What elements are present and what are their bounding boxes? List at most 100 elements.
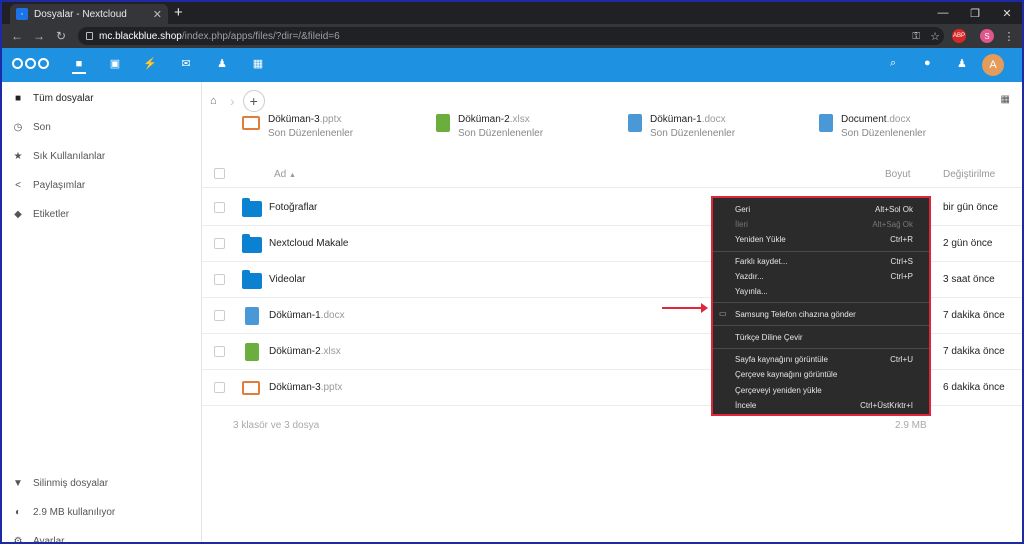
context-menu: Geri Alt+Sol Ok İleri Alt+Sağ Ok Yeniden Y… xyxy=(711,196,931,416)
menu-item-inspect[interactable]: İncele Ctrl+ÜstKrktr+I xyxy=(735,399,913,411)
contacts-menu-icon[interactable]: ♟ xyxy=(957,57,967,70)
nextcloud-logo[interactable] xyxy=(12,58,49,69)
grid-view-icon[interactable]: ▦ xyxy=(1001,94,1010,105)
adblock-extension-icon[interactable]: ABP xyxy=(952,29,966,43)
breadcrumb-separator-icon: › xyxy=(230,93,235,109)
sidebar-item-all-files[interactable]: ■ Tüm dosyalar xyxy=(12,90,94,106)
menu-item-save-as[interactable]: Farklı kaydet... Ctrl+S xyxy=(735,255,913,267)
forward-icon[interactable]: → xyxy=(28,29,50,43)
recent-file-ext: .docx xyxy=(886,114,911,125)
file-name[interactable]: Fotoğraflar xyxy=(269,202,317,213)
spreadsheet-file-icon xyxy=(245,343,259,361)
sidebar-item-deleted-files[interactable]: ▼ Silinmiş dosyalar xyxy=(12,475,108,491)
file-name[interactable]: Döküman-1.docx xyxy=(269,310,345,321)
file-name[interactable]: Nextcloud Makale xyxy=(269,238,348,249)
sidebar-item-tags[interactable]: ◆ Etiketler xyxy=(12,206,69,222)
sidebar-item-settings[interactable]: ⚙ Ayarlar xyxy=(12,533,65,543)
address-bar[interactable]: mc.blackblue.shop /index.php/apps/files/… xyxy=(78,27,944,45)
back-icon[interactable]: ← xyxy=(6,29,28,43)
nextcloud-favicon-icon: ◦ xyxy=(16,8,28,20)
row-checkbox[interactable] xyxy=(214,382,225,393)
recent-file[interactable]: Döküman-3.pptx Son Düzenlenenler xyxy=(242,114,353,139)
menu-item-cast[interactable]: Yayınla... xyxy=(735,285,913,297)
sidebar-item-label: Silinmiş dosyalar xyxy=(33,477,109,489)
clock-icon: ◷ xyxy=(13,121,23,133)
menu-item-reload[interactable]: Yeniden Yükle Ctrl+R xyxy=(735,233,913,245)
menu-item-print[interactable]: Yazdır... Ctrl+P xyxy=(735,270,913,282)
recent-file-sub: Son Düzenlenenler xyxy=(841,128,927,139)
new-tab-button[interactable]: + xyxy=(174,4,183,22)
menu-item-view-source[interactable]: Sayfa kaynağını görüntüle Ctrl+U xyxy=(735,353,913,365)
file-name[interactable]: Videolar xyxy=(269,274,306,285)
nextcloud-header: ■ ▣ ⚡ ✉ ♟ ▦ ⌕ ● ♟ A xyxy=(2,48,1022,82)
device-icon: ▭ xyxy=(719,309,727,318)
sidebar-item-recent[interactable]: ◷ Son xyxy=(12,119,51,135)
sort-by-name[interactable]: Ad ▲ xyxy=(274,169,296,180)
file-modified: 3 saat önce xyxy=(943,274,995,285)
recent-file-name: Döküman-3 xyxy=(268,114,320,125)
file-name[interactable]: Döküman-2.xlsx xyxy=(269,346,341,357)
row-checkbox[interactable] xyxy=(214,274,225,285)
files-app-icon[interactable]: ■ xyxy=(72,58,86,74)
profile-avatar[interactable]: S xyxy=(980,29,994,43)
recent-file-sub: Son Düzenlenenler xyxy=(458,128,544,139)
file-modified: bir gün önce xyxy=(943,202,999,213)
minimize-icon[interactable]: — xyxy=(928,2,958,24)
sidebar-item-label: Sık Kullanılanlar xyxy=(33,150,106,162)
menu-item-translate[interactable]: Türkçe Diline Çevir xyxy=(735,331,913,343)
reload-icon[interactable]: ↻ xyxy=(50,29,72,43)
menu-item-reload-frame[interactable]: Çerçeveyi yeniden yükle xyxy=(735,384,913,396)
row-checkbox[interactable] xyxy=(214,202,225,213)
close-window-icon[interactable]: ✕ xyxy=(992,2,1022,24)
select-all-checkbox[interactable] xyxy=(214,168,225,179)
recent-file[interactable]: Döküman-2.xlsx Son Düzenlenenler xyxy=(436,114,543,139)
document-file-icon xyxy=(628,114,642,132)
folder-icon: ■ xyxy=(14,92,22,104)
recent-file[interactable]: Döküman-1.docx Son Düzenlenenler xyxy=(628,114,735,139)
menu-item-send-to-device[interactable]: Samsung Telefon cihazına gönder xyxy=(735,308,913,320)
contacts-app-icon[interactable]: ♟ xyxy=(215,58,229,70)
sidebar-item-favorites[interactable]: ★ Sık Kullanılanlar xyxy=(12,148,106,164)
maximize-icon[interactable]: ❐ xyxy=(960,2,990,24)
file-summary-size: 2.9 MB xyxy=(895,420,927,431)
sort-arrow-icon: ▲ xyxy=(289,172,296,179)
folder-icon xyxy=(242,270,262,289)
browser-tab[interactable]: ◦ Dosyalar - Nextcloud ✕ xyxy=(10,4,168,24)
activity-app-icon[interactable]: ⚡ xyxy=(143,58,157,70)
close-tab-icon[interactable]: ✕ xyxy=(153,8,162,21)
user-avatar[interactable]: A xyxy=(982,54,1004,76)
key-icon[interactable]: ⚿ xyxy=(912,31,920,42)
sidebar-item-label: 2.9 MB kullanılıyor xyxy=(33,506,116,518)
file-modified: 7 dakika önce xyxy=(943,346,1005,357)
url-path: /index.php/apps/files/?dir=/&fileid=6 xyxy=(181,30,340,42)
recent-file-sub: Son Düzenlenenler xyxy=(650,128,736,139)
menu-item-forward[interactable]: İleri Alt+Sağ Ok xyxy=(735,218,913,230)
notifications-icon[interactable]: ● xyxy=(924,57,931,69)
recent-file-name: Document xyxy=(841,114,887,125)
recent-file[interactable]: Document.docx Son Düzenlenenler xyxy=(819,114,926,139)
file-summary: 3 klasör ve 3 dosya xyxy=(233,420,320,431)
sort-by-modified[interactable]: Değiştirilme xyxy=(943,169,995,180)
sort-by-size[interactable]: Boyut xyxy=(885,169,911,180)
menu-item-view-frame-source[interactable]: Çerçeve kaynağını görüntüle xyxy=(735,368,913,380)
new-file-button[interactable]: + xyxy=(242,90,265,112)
row-checkbox[interactable] xyxy=(214,310,225,321)
menu-dots-icon[interactable]: ⋮ xyxy=(1002,29,1016,43)
photos-app-icon[interactable]: ▣ xyxy=(108,58,122,70)
menu-item-back[interactable]: Geri Alt+Sol Ok xyxy=(735,203,913,215)
recent-file-name: Döküman-2 xyxy=(458,114,510,125)
bookmark-star-icon[interactable]: ☆ xyxy=(930,30,940,43)
home-icon[interactable]: ⌂ xyxy=(210,95,222,107)
mail-app-icon[interactable]: ✉ xyxy=(179,58,193,70)
sidebar-item-shares[interactable]: < Paylaşımlar xyxy=(12,177,85,193)
star-icon: ★ xyxy=(13,150,23,162)
file-modified: 6 dakika önce xyxy=(943,382,1005,393)
share-icon: < xyxy=(15,179,21,191)
row-checkbox[interactable] xyxy=(214,238,225,249)
calendar-app-icon[interactable]: ▦ xyxy=(251,58,265,70)
recent-file-ext: .pptx xyxy=(319,114,342,125)
row-checkbox[interactable] xyxy=(214,346,225,357)
file-name[interactable]: Döküman-3.pptx xyxy=(269,382,342,393)
recent-file-ext: .docx xyxy=(701,114,726,125)
search-icon[interactable]: ⌕ xyxy=(890,57,896,70)
